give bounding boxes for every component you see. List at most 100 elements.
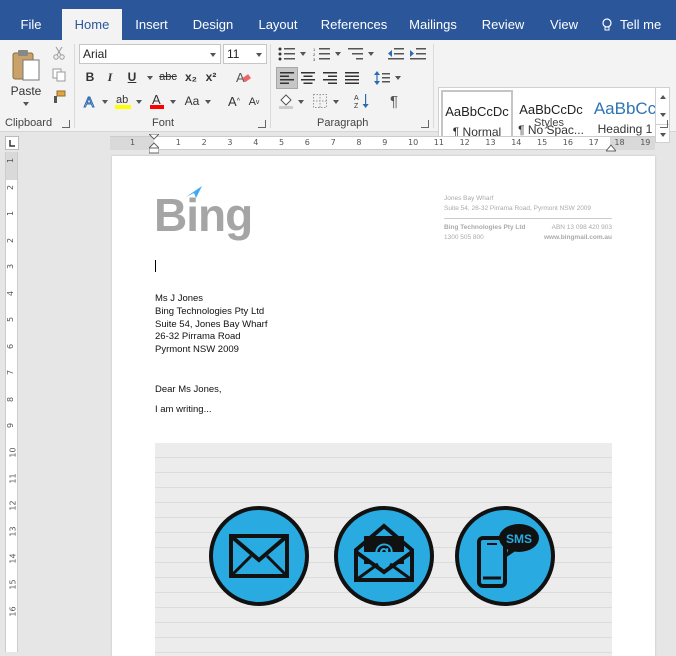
change-case-button[interactable]: Aa [181, 91, 203, 111]
group-label-paragraph: Paragraph [317, 117, 369, 129]
style-normal[interactable]: AaBbCcDc ¶ Normal [441, 90, 513, 142]
line-spacing-button[interactable] [372, 67, 392, 89]
multilevel-list-icon [348, 48, 363, 60]
grow-font-button[interactable]: A ^ [226, 91, 242, 111]
shading-button[interactable] [276, 91, 296, 111]
sms-phone-circle: SMS [455, 506, 555, 606]
align-center-icon [301, 72, 315, 84]
tab-review[interactable]: Review [476, 9, 530, 40]
tab-references[interactable]: References [316, 9, 392, 40]
multilevel-list-button[interactable] [345, 44, 367, 64]
style-heading-1[interactable]: AaBbCc Heading 1 [589, 90, 661, 142]
clipboard-launcher[interactable] [62, 120, 70, 128]
numbering-button[interactable]: 123 [311, 44, 333, 64]
decrease-indent-button[interactable] [386, 44, 406, 64]
ruler-number: 9 [6, 422, 16, 429]
format-painter-button[interactable] [50, 88, 68, 106]
bullets-icon [278, 47, 295, 61]
italic-button[interactable]: I [102, 68, 118, 86]
document-page[interactable]: Bing Jones Bay Wharf Suite 54, 26-32 Pir… [112, 156, 655, 656]
text-effects-button[interactable]: A [82, 91, 100, 111]
letterhead-company-block: Bing Technologies Pty Ltd ABN 13 098 420… [444, 223, 612, 243]
styles-scroll [655, 88, 670, 142]
tab-home[interactable]: Home [62, 9, 122, 40]
horizontal-ruler[interactable]: 1 1 2 3 4 5 6 7 8 9 10 11 12 13 14 15 16 17 18 19 [110, 134, 655, 154]
tell-me-box[interactable]: Tell me [598, 9, 664, 40]
highlight-button[interactable]: ab [113, 91, 133, 111]
ruler-number: 15 [8, 579, 18, 590]
ruler-number: 3 [6, 263, 16, 270]
tab-mailings[interactable]: Mailings [402, 9, 464, 40]
style-no-spacing[interactable]: AaBbCcDc ¶ No Spac... [515, 90, 587, 142]
sms-phone-icon: SMS [477, 524, 539, 588]
vertical-ruler[interactable]: 1 2 1 2 3 4 5 6 7 8 9 10 11 12 13 14 15 16 [5, 152, 18, 652]
bold-button[interactable]: B [82, 68, 98, 86]
ruler-number: 13 [8, 526, 18, 537]
first-line-indent-marker[interactable] [149, 134, 159, 154]
ruler-number: 14 [8, 552, 18, 564]
copy-button[interactable] [50, 66, 68, 84]
font-size-combo[interactable]: 11 [223, 44, 267, 64]
font-launcher[interactable] [258, 120, 266, 128]
brick-line [155, 472, 612, 473]
communication-icons-image[interactable]: @ SMS [155, 443, 612, 656]
letterhead-phone: 1300 505 800 [444, 234, 484, 241]
sort-button[interactable]: AZ [352, 91, 372, 111]
clear-formatting-icon: A [236, 70, 251, 85]
subscript-button[interactable]: x₂ [183, 68, 199, 86]
tab-design[interactable]: Design [185, 9, 241, 40]
font-name-combo[interactable]: Arial [79, 44, 221, 64]
group-label-styles: Styles [534, 117, 564, 129]
align-center-button[interactable] [298, 67, 318, 89]
group-label-clipboard: Clipboard [5, 117, 53, 129]
style-no-spacing-preview: AaBbCcDc [519, 102, 583, 117]
ruler-number: 8 [6, 396, 16, 402]
font-size-value: 11 [227, 47, 240, 61]
email-at-icon: @ [354, 523, 414, 582]
brick-line [155, 622, 612, 623]
underline-button[interactable]: U [124, 68, 140, 86]
grow-font-label: A [228, 93, 237, 109]
tab-file[interactable]: File [8, 9, 54, 40]
ruler-number: 1 [175, 138, 181, 147]
paragraph-launcher[interactable] [421, 120, 429, 128]
letterhead-website: www.bingmail.com.au [543, 234, 612, 241]
ruler-number: 10 [408, 138, 419, 147]
ruler-number: 2 [6, 184, 16, 190]
justify-button[interactable] [342, 67, 362, 89]
right-indent-marker[interactable] [606, 142, 616, 152]
svg-text:3: 3 [313, 57, 316, 61]
clear-formatting-button[interactable]: A [233, 67, 253, 87]
align-right-button[interactable] [320, 67, 340, 89]
ruler-number: 9 [382, 138, 388, 147]
ribbon-home: Paste Clipboard Arial 11 B I U abc x₂ x²… [0, 40, 676, 143]
letterhead-block: Jones Bay Wharf Suite 54, 26-32 Pirrama … [444, 194, 612, 214]
font-color-button[interactable]: A [148, 91, 166, 111]
address-line: Ms J Jones [155, 293, 204, 304]
increase-indent-button[interactable] [408, 44, 428, 64]
paint-bucket-icon [279, 94, 293, 109]
ruler-number: 19 [640, 138, 651, 147]
borders-button[interactable] [310, 91, 330, 111]
shrink-font-button[interactable]: Av [246, 93, 262, 111]
styles-launcher[interactable] [660, 120, 668, 128]
cut-button[interactable] [50, 44, 68, 62]
tab-layout[interactable]: Layout [250, 9, 306, 40]
bullets-button[interactable] [276, 44, 298, 64]
svg-text:A: A [152, 92, 161, 107]
body-text: I am writing... [155, 404, 212, 415]
tab-selector[interactable] [5, 136, 19, 150]
paste-button[interactable]: Paste [6, 46, 46, 106]
tab-insert[interactable]: Insert [124, 9, 179, 40]
address-line: 26-32 Pirrama Road [155, 331, 241, 343]
superscript-button[interactable]: x² [203, 68, 219, 86]
strikethrough-button[interactable]: abc [157, 68, 179, 86]
styles-scroll-up[interactable] [656, 88, 670, 106]
align-left-button[interactable] [276, 67, 298, 89]
increase-indent-icon [410, 48, 426, 60]
tab-view[interactable]: View [542, 9, 586, 40]
show-formatting-button[interactable]: ¶ [384, 91, 404, 111]
envelope-circle [209, 506, 309, 606]
paste-label: Paste [10, 84, 42, 98]
ruler-number: 15 [537, 138, 548, 147]
